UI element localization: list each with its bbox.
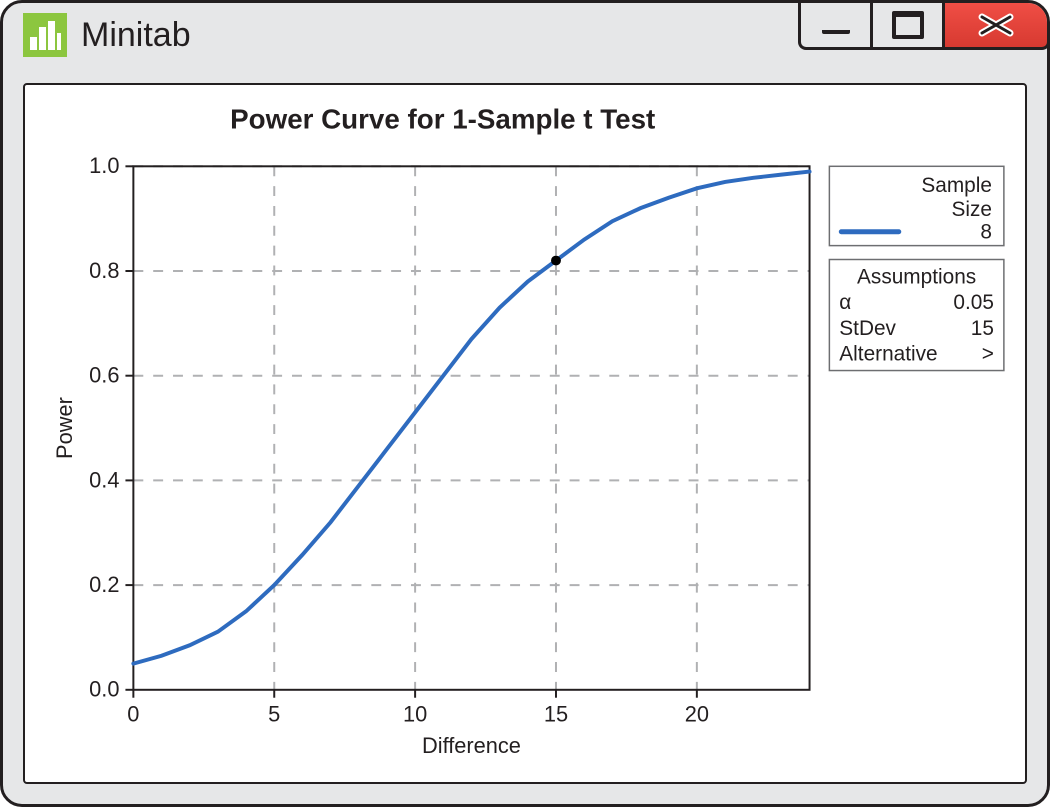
legend-title: Sample — [921, 174, 992, 197]
assumption-value: 0.05 — [953, 291, 994, 314]
close-icon — [974, 11, 1018, 39]
assumption-label: α — [839, 291, 851, 314]
minimize-icon — [822, 16, 850, 34]
x-tick-label: 0 — [127, 702, 139, 727]
x-tick-label: 5 — [268, 702, 280, 727]
y-tick-label: 0.6 — [89, 363, 119, 388]
plot-border — [133, 166, 809, 689]
assumptions-heading: Assumptions — [857, 265, 976, 288]
y-tick-label: 1.0 — [89, 153, 119, 178]
close-button[interactable] — [942, 0, 1050, 50]
y-axis-label: Power — [52, 397, 77, 459]
title-bar: Minitab — [3, 3, 1047, 67]
power-curve-chart: Power Curve for 1-Sample t Test 0 5 10 15 20 0… — [25, 85, 1025, 782]
x-tick-label: 20 — [685, 702, 709, 727]
legend-title: Size — [951, 198, 992, 221]
y-tick-label: 0.8 — [89, 258, 119, 283]
y-tick-label: 0.2 — [89, 572, 119, 597]
x-axis-label: Difference — [422, 733, 521, 758]
chart-title: Power Curve for 1-Sample t Test — [230, 104, 655, 135]
assumption-label: Alternative — [839, 343, 937, 366]
y-tick-label: 0.0 — [89, 677, 119, 702]
assumption-label: StDev — [839, 317, 896, 340]
legend-entry: 8 — [980, 221, 992, 244]
assumption-value: 15 — [971, 317, 994, 340]
minitab-icon — [23, 13, 67, 57]
app-title: Minitab — [81, 16, 191, 55]
application-window: Minitab Power Curve for 1-Sample t Test 0… — [0, 0, 1050, 807]
y-tick-label: 0.4 — [89, 467, 119, 492]
maximize-button[interactable] — [870, 0, 942, 50]
marker-point — [551, 256, 561, 266]
maximize-icon — [892, 11, 924, 39]
power-curve — [133, 172, 809, 664]
window-controls — [798, 0, 1050, 50]
assumption-value: > — [982, 343, 994, 366]
x-tick-label: 15 — [544, 702, 568, 727]
x-tick-label: 10 — [403, 702, 427, 727]
chart-panel: Power Curve for 1-Sample t Test 0 5 10 15 20 0… — [23, 83, 1027, 784]
minimize-button[interactable] — [798, 0, 870, 50]
